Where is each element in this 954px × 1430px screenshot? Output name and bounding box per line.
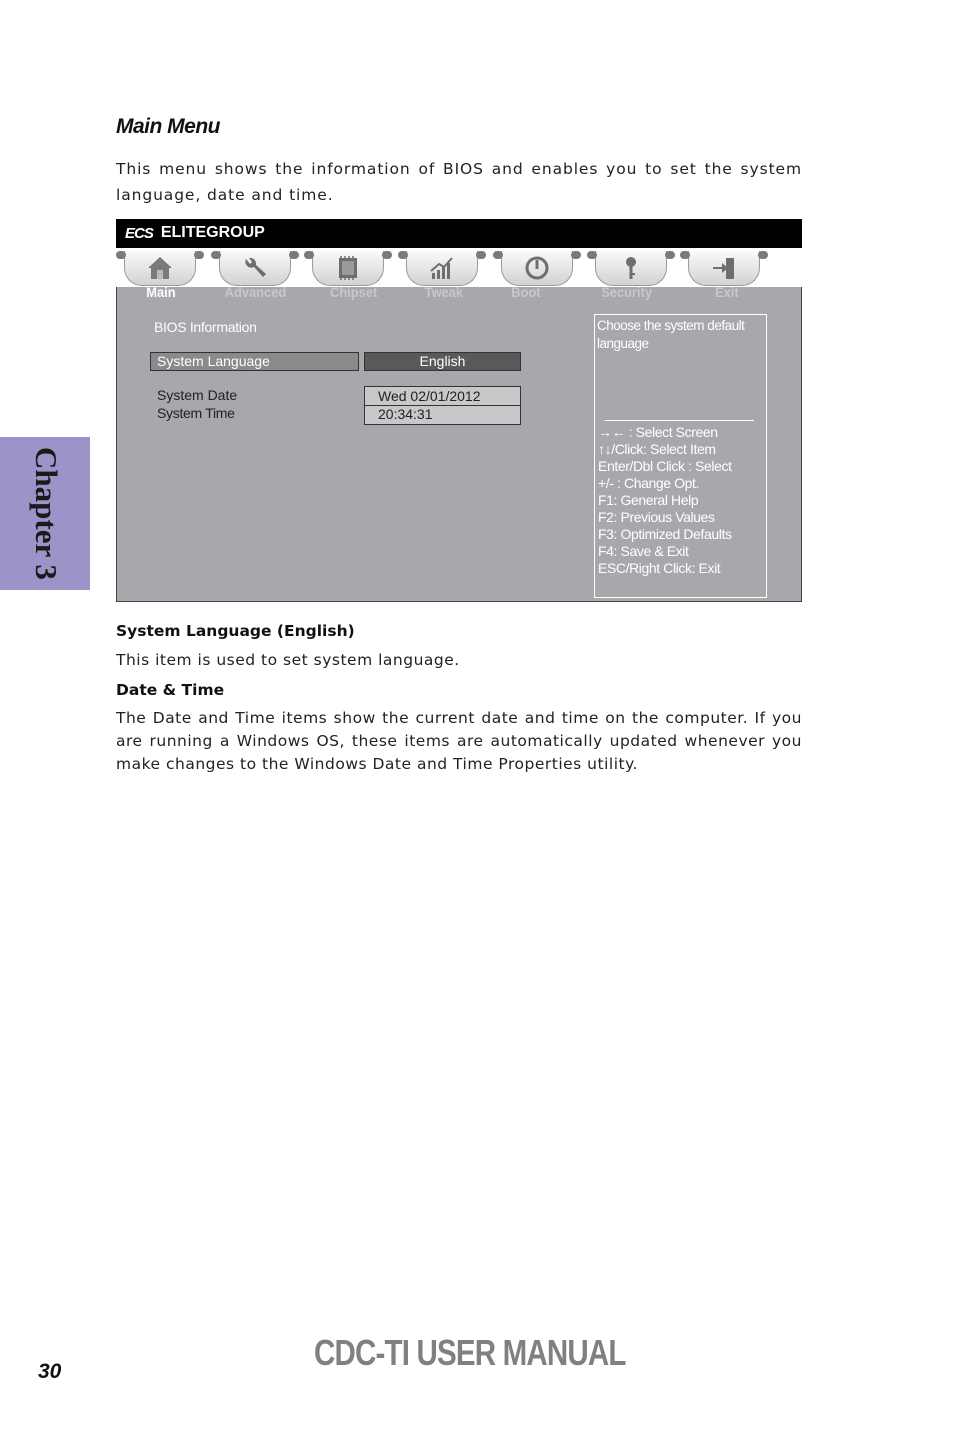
chapter-label: Chapter 3 — [29, 447, 64, 580]
system-time-label: System Time — [157, 405, 235, 421]
system-date-label: System Date — [157, 387, 238, 403]
tab-security[interactable] — [587, 251, 675, 286]
page-number: 30 — [38, 1360, 62, 1383]
chart-icon — [430, 257, 453, 279]
bios-tab-bar — [116, 248, 802, 287]
date-time-heading: Date & Time — [116, 681, 225, 699]
ecs-logo: ECS ELITEGROUP — [125, 223, 265, 243]
help-key-general-help: F1: General Help — [598, 492, 699, 508]
help-key-optimized-defaults: F3: Optimized Defaults — [598, 526, 732, 542]
tab-label-boot[interactable]: Boot — [511, 284, 540, 300]
tab-chipset[interactable] — [304, 251, 392, 286]
system-language-description: This item is used to set system language… — [116, 651, 460, 669]
key-icon — [626, 257, 636, 279]
help-key-list: →← : Select Screen ↑↓/Click: Select Item… — [598, 424, 766, 577]
bios-main-panel: Main Advanced Chipset Tweak Boot Securit… — [116, 284, 802, 602]
tab-boot[interactable] — [493, 251, 581, 286]
manual-title: CDC-TI USER MANUAL — [314, 1332, 626, 1373]
home-icon — [148, 257, 172, 279]
section-title: Main Menu — [116, 115, 221, 138]
tab-exit[interactable] — [680, 251, 768, 286]
help-key-change-opt: +/- : Change Opt. — [598, 475, 699, 491]
bios-screenshot: ECS ELITEGROUP Main Advanced Chipset Twe… — [116, 219, 802, 603]
help-key-exit: ESC/Right Click: Exit — [598, 560, 721, 576]
system-date-value[interactable]: Wed 02/01/2012 — [378, 388, 481, 404]
tab-label-main[interactable]: Main — [146, 284, 175, 300]
wrench-icon — [245, 257, 266, 277]
tab-label-advanced[interactable]: Advanced — [225, 284, 287, 300]
tab-label-tweak[interactable]: Tweak — [425, 284, 463, 300]
help-key-previous-values: F2: Previous Values — [598, 509, 715, 525]
tab-label-security[interactable]: Security — [601, 284, 652, 300]
tab-tweak[interactable] — [398, 251, 486, 286]
help-divider — [605, 420, 754, 421]
system-language-value[interactable]: English — [364, 352, 521, 371]
system-time-value[interactable]: 20:34:31 — [378, 406, 433, 422]
chapter-tab: Chapter 3 — [0, 437, 90, 590]
system-language-item[interactable]: System Language — [150, 352, 359, 371]
help-key-select-screen: →← : Select Screen — [598, 424, 718, 440]
bios-header: ECS ELITEGROUP — [116, 219, 802, 248]
bios-information-label: BIOS Information — [154, 319, 257, 335]
chip-icon — [339, 256, 357, 280]
power-icon — [525, 256, 549, 280]
tab-advanced[interactable] — [211, 251, 299, 286]
tab-label-exit[interactable]: Exit — [715, 284, 739, 300]
intro-paragraph: This menu shows the information of BIOS … — [116, 160, 802, 204]
bios-tab-labels: Main Advanced Chipset Tweak Boot Securit… — [117, 284, 801, 305]
system-language-heading: System Language (English) — [116, 622, 355, 640]
help-key-select: Enter/Dbl Click : Select — [598, 458, 732, 474]
ecs-logo-mark: ECS — [125, 224, 154, 242]
tab-main[interactable] — [116, 251, 204, 286]
brand-name: ELITEGROUP — [160, 224, 265, 241]
date-time-box: Wed 02/01/2012 20:34:31 — [364, 386, 521, 425]
exit-door-icon — [713, 258, 734, 279]
help-description: Choose the system default language — [597, 318, 745, 351]
tab-label-chipset[interactable]: Chipset — [330, 284, 377, 300]
help-key-select-item: ↑↓/Click: Select Item — [598, 441, 716, 457]
help-key-save-exit: F4: Save & Exit — [598, 543, 689, 559]
help-panel: Choose the system default language →← : … — [594, 314, 767, 598]
date-time-description: The Date and Time items show the current… — [116, 709, 802, 773]
